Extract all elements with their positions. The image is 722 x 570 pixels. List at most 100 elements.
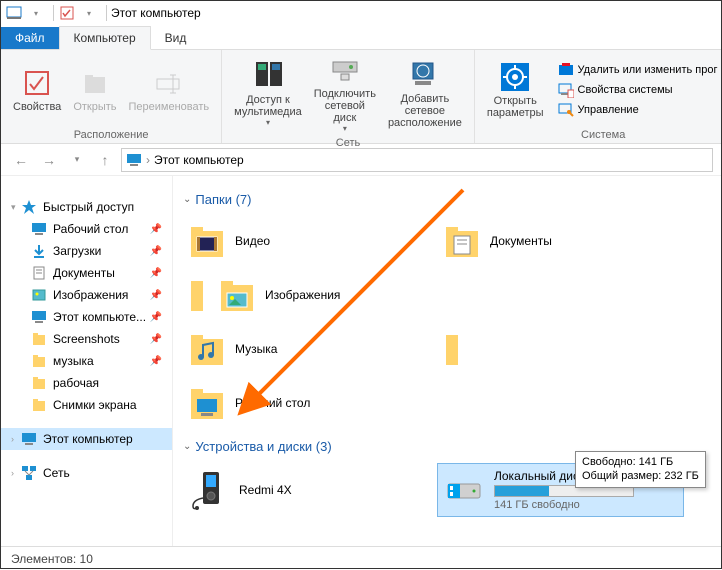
pin-icon: 📌: [150, 268, 162, 279]
pin-icon: 📌: [150, 290, 162, 301]
folder-icon: [187, 221, 227, 261]
status-bar: Элементов: 10: [1, 546, 721, 570]
media-access-button[interactable]: Доступ к мультимедиа ▾: [228, 58, 308, 129]
tab-computer[interactable]: Компьютер: [59, 26, 151, 50]
media-player-icon: [187, 468, 231, 512]
breadcrumb[interactable]: › Этот компьютер: [121, 148, 713, 172]
folder-icon: [187, 329, 227, 369]
title-bar: ▾ ▾ Этот компьютер: [1, 1, 721, 25]
sidebar-item-label: Этот компьюте...: [53, 310, 146, 324]
open-settings-button[interactable]: Открыть параметры: [481, 59, 550, 121]
sidebar-item-label: Документы: [53, 266, 115, 280]
folder-icon: [187, 383, 227, 423]
sidebar-item-label: Screenshots: [53, 332, 120, 346]
folder-label: Музыка: [235, 342, 277, 356]
folder-icon: [217, 275, 257, 315]
ribbon-tabs: Файл Компьютер Вид: [1, 25, 721, 50]
sidebar-item-label: Загрузки: [53, 244, 101, 258]
manage-icon: [558, 102, 574, 118]
pin-icon: 📌: [150, 312, 162, 323]
settings-icon: [499, 61, 531, 93]
qat-dropdown-icon[interactable]: ▾: [27, 4, 45, 22]
nav-forward-button[interactable]: →: [37, 148, 61, 172]
ribbon-group-network: Доступ к мультимедиа ▾ Подключить сетево…: [222, 50, 475, 143]
sidebar-item-icon: [31, 331, 47, 347]
sidebar-item[interactable]: Загрузки 📌: [1, 240, 172, 262]
sidebar-item[interactable]: Документы 📌: [1, 262, 172, 284]
sidebar-network[interactable]: › Сеть: [1, 462, 172, 484]
tab-view[interactable]: Вид: [151, 27, 201, 49]
sidebar-item-icon: [31, 221, 47, 237]
main-area: ▾ Быстрый доступ Рабочий стол📌Загрузки📌Д…: [1, 176, 721, 546]
folder-item[interactable]: Документы: [438, 217, 683, 265]
qat-dropdown2-icon[interactable]: ▾: [80, 4, 98, 22]
chevron-down-icon: ▾: [266, 118, 270, 127]
sidebar-item[interactable]: Снимки экрана: [1, 394, 172, 416]
sidebar-item-icon: [31, 353, 47, 369]
folder-item-partial[interactable]: [183, 271, 203, 319]
sidebar-item-icon: [31, 243, 47, 259]
star-icon: [21, 199, 37, 215]
qat-properties-icon[interactable]: [58, 4, 76, 22]
sidebar-item[interactable]: Рабочий стол 📌: [1, 218, 172, 240]
folder-item[interactable]: Видео: [183, 217, 428, 265]
folder-item[interactable]: Изображения: [213, 271, 458, 319]
sidebar-item[interactable]: Этот компьюте... 📌: [1, 306, 172, 328]
caret-icon: ▾: [11, 202, 19, 213]
ribbon: Свойства Открыть Переименовать Расположе…: [1, 50, 721, 144]
sidebar-item-icon: [31, 397, 47, 413]
tab-file[interactable]: Файл: [1, 27, 59, 49]
sidebar-item-label: музыка: [53, 354, 94, 368]
ribbon-group-location: Свойства Открыть Переименовать Расположе…: [1, 50, 222, 143]
add-netlocation-button[interactable]: Добавить сетевое расположение: [382, 57, 468, 131]
caret-icon: ›: [11, 434, 19, 444]
sidebar-item[interactable]: Screenshots 📌: [1, 328, 172, 350]
app-icon: [5, 4, 23, 22]
sidebar-item-label: Изображения: [53, 288, 128, 302]
chevron-down-icon: ⌄: [183, 441, 191, 452]
folder-item[interactable]: Рабочий стол: [183, 379, 428, 427]
pin-icon: 📌: [150, 246, 162, 257]
device-redmi[interactable]: Redmi 4X: [183, 464, 428, 516]
sidebar-item-icon: [31, 309, 47, 325]
sidebar-this-pc[interactable]: › Этот компьютер: [1, 428, 172, 450]
netdrive-icon: [329, 54, 361, 86]
media-icon: [252, 60, 284, 92]
folder-label: Видео: [235, 234, 270, 248]
folder-label: Документы: [490, 234, 552, 248]
caret-icon: ›: [11, 468, 19, 478]
tooltip: Свободно: 141 ГБ Общий размер: 232 ГБ: [575, 451, 706, 488]
section-folders[interactable]: ⌄ Папки (7): [183, 192, 711, 207]
folder-item-partial[interactable]: [438, 325, 458, 373]
open-button: Открыть: [67, 65, 122, 115]
system-props-button[interactable]: Свойства системы: [554, 80, 722, 100]
open-icon: [79, 67, 111, 99]
nav-history-dropdown[interactable]: ▾: [65, 148, 89, 172]
properties-button[interactable]: Свойства: [7, 65, 67, 115]
sidebar-item-label: Снимки экрана: [53, 398, 137, 412]
pin-icon: 📌: [150, 334, 162, 345]
sidebar-item-label: Рабочий стол: [53, 222, 128, 236]
rename-button: Переименовать: [123, 65, 216, 115]
properties-icon: [21, 67, 53, 99]
nav-up-button[interactable]: ↑: [93, 148, 117, 172]
sidebar-quick-access[interactable]: ▾ Быстрый доступ: [1, 196, 172, 218]
folder-item[interactable]: Музыка: [183, 325, 428, 373]
chevron-right-icon: ›: [146, 153, 150, 167]
pin-icon: 📌: [150, 224, 162, 235]
sidebar-item[interactable]: рабочая: [1, 372, 172, 394]
map-netdrive-button[interactable]: Подключить сетевой диск ▾: [308, 52, 382, 135]
nav-back-button[interactable]: ←: [9, 148, 33, 172]
sidebar: ▾ Быстрый доступ Рабочий стол📌Загрузки📌Д…: [1, 176, 173, 546]
rename-icon: [153, 67, 185, 99]
sysprops-icon: [558, 82, 574, 98]
sidebar-item-icon: [31, 287, 47, 303]
sidebar-item[interactable]: Изображения 📌: [1, 284, 172, 306]
sidebar-item[interactable]: музыка📌: [1, 350, 172, 372]
sidebar-item-label: рабочая: [53, 376, 99, 390]
uninstall-button[interactable]: Удалить или изменить программу: [554, 60, 722, 80]
network-icon: [21, 465, 37, 481]
sidebar-item-icon: [31, 375, 47, 391]
chevron-down-icon: ▾: [343, 124, 347, 133]
manage-button[interactable]: Управление: [554, 100, 722, 120]
